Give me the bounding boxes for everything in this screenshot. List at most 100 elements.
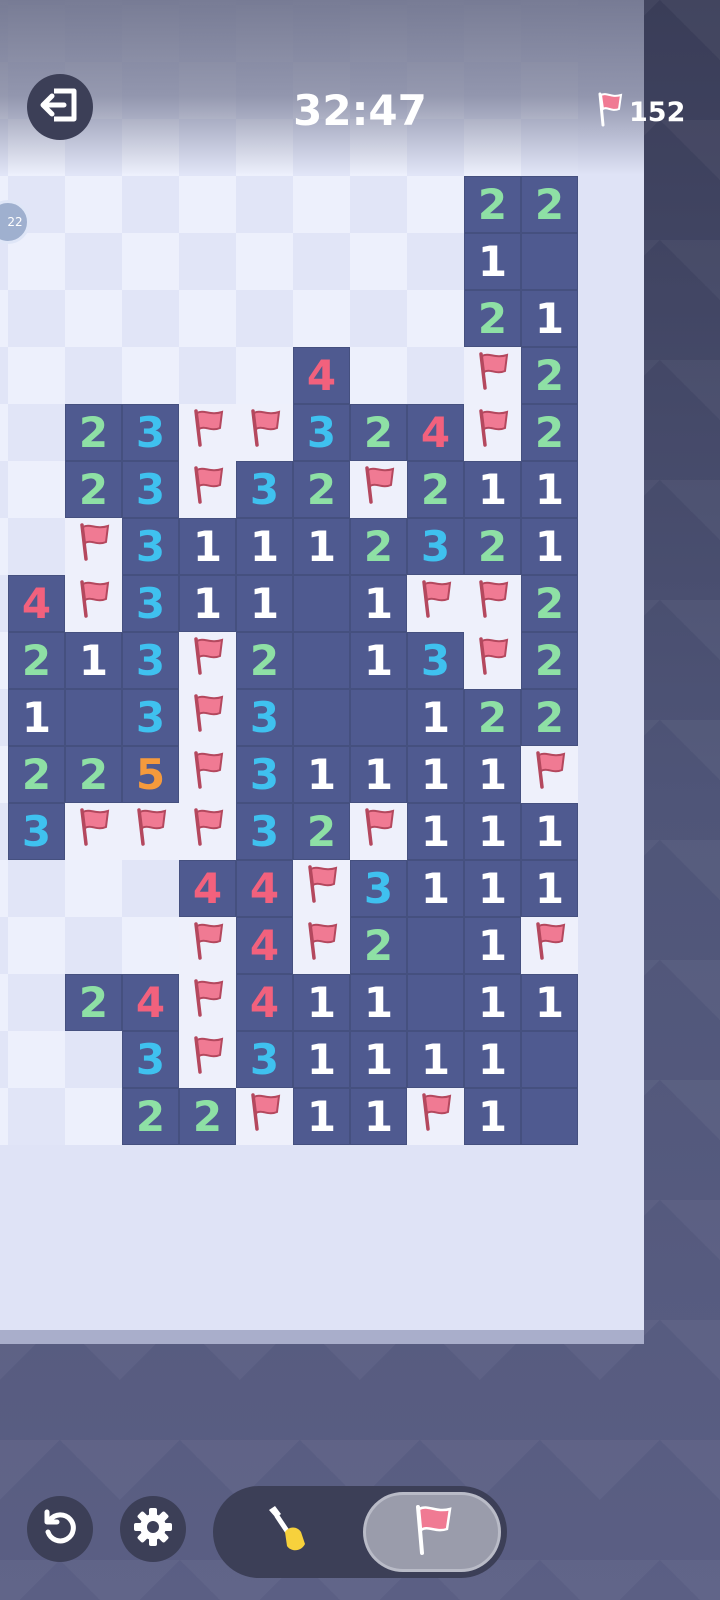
number-cell[interactable]: 2: [350, 917, 407, 974]
number-cell[interactable]: 2: [407, 461, 464, 518]
flagged-cell[interactable]: [179, 803, 236, 860]
number-cell[interactable]: 3: [236, 1031, 293, 1088]
number-cell[interactable]: 1: [236, 575, 293, 632]
hidden-cell[interactable]: [65, 290, 122, 347]
number-cell[interactable]: 1: [179, 518, 236, 575]
flagged-cell[interactable]: [122, 803, 179, 860]
number-cell[interactable]: 2: [179, 1088, 236, 1145]
number-cell[interactable]: 2: [521, 347, 578, 404]
number-cell[interactable]: 1: [407, 803, 464, 860]
hidden-cell[interactable]: [0, 461, 8, 518]
number-cell[interactable]: 5: [122, 746, 179, 803]
flagged-cell[interactable]: [179, 917, 236, 974]
hidden-cell[interactable]: [407, 176, 464, 233]
hidden-cell[interactable]: [0, 632, 8, 689]
settings-button[interactable]: [120, 1496, 186, 1562]
hidden-cell[interactable]: [65, 860, 122, 917]
number-cell[interactable]: 1: [464, 860, 521, 917]
hidden-cell[interactable]: [122, 290, 179, 347]
empty-cell[interactable]: [521, 233, 578, 290]
hidden-cell[interactable]: [407, 290, 464, 347]
number-cell[interactable]: 3: [8, 803, 65, 860]
hidden-cell[interactable]: [65, 347, 122, 404]
number-cell[interactable]: 2: [293, 803, 350, 860]
hidden-cell[interactable]: [407, 347, 464, 404]
number-cell[interactable]: 1: [350, 974, 407, 1031]
flagged-cell[interactable]: [407, 1088, 464, 1145]
hidden-cell[interactable]: [0, 860, 8, 917]
hidden-cell[interactable]: [350, 176, 407, 233]
number-cell[interactable]: 4: [122, 974, 179, 1031]
minefield-board[interactable]: 2212142233242233221131112321431112213213…: [0, 0, 644, 1344]
hidden-cell[interactable]: [0, 689, 8, 746]
flagged-cell[interactable]: [464, 347, 521, 404]
number-cell[interactable]: 1: [407, 746, 464, 803]
number-cell[interactable]: 1: [521, 860, 578, 917]
number-cell[interactable]: 4: [8, 575, 65, 632]
flagged-cell[interactable]: [407, 575, 464, 632]
flagged-cell[interactable]: [350, 461, 407, 518]
hidden-cell[interactable]: [0, 518, 8, 575]
number-cell[interactable]: 1: [521, 290, 578, 347]
flag-mode-button[interactable]: [363, 1492, 501, 1572]
hidden-cell[interactable]: [0, 290, 8, 347]
hidden-cell[interactable]: [0, 917, 8, 974]
number-cell[interactable]: 1: [464, 746, 521, 803]
number-cell[interactable]: 1: [65, 632, 122, 689]
number-cell[interactable]: 1: [407, 1031, 464, 1088]
number-cell[interactable]: 4: [236, 917, 293, 974]
number-cell[interactable]: 1: [179, 575, 236, 632]
number-cell[interactable]: 2: [521, 632, 578, 689]
hidden-cell[interactable]: [65, 233, 122, 290]
number-cell[interactable]: 4: [236, 974, 293, 1031]
flagged-cell[interactable]: [179, 746, 236, 803]
flagged-cell[interactable]: [179, 689, 236, 746]
number-cell[interactable]: 1: [464, 461, 521, 518]
number-cell[interactable]: 4: [236, 860, 293, 917]
number-cell[interactable]: 1: [464, 803, 521, 860]
hidden-cell[interactable]: [8, 1031, 65, 1088]
hidden-cell[interactable]: [0, 347, 8, 404]
flagged-cell[interactable]: [236, 404, 293, 461]
number-cell[interactable]: 1: [8, 689, 65, 746]
empty-cell[interactable]: [293, 632, 350, 689]
flagged-cell[interactable]: [179, 632, 236, 689]
hidden-cell[interactable]: [179, 290, 236, 347]
number-cell[interactable]: 1: [350, 575, 407, 632]
flagged-cell[interactable]: [521, 917, 578, 974]
hidden-cell[interactable]: [236, 233, 293, 290]
number-cell[interactable]: 2: [293, 461, 350, 518]
number-cell[interactable]: 3: [122, 689, 179, 746]
number-cell[interactable]: 2: [464, 176, 521, 233]
hidden-cell[interactable]: [122, 860, 179, 917]
hidden-cell[interactable]: [122, 233, 179, 290]
flagged-cell[interactable]: [65, 518, 122, 575]
hidden-cell[interactable]: [0, 404, 8, 461]
flagged-cell[interactable]: [350, 803, 407, 860]
number-cell[interactable]: 3: [236, 746, 293, 803]
hidden-cell[interactable]: [179, 233, 236, 290]
empty-cell[interactable]: [521, 1031, 578, 1088]
hidden-cell[interactable]: [8, 290, 65, 347]
number-cell[interactable]: 1: [350, 1088, 407, 1145]
hidden-cell[interactable]: [236, 347, 293, 404]
number-cell[interactable]: 4: [293, 347, 350, 404]
empty-cell[interactable]: [293, 575, 350, 632]
number-cell[interactable]: 1: [464, 1031, 521, 1088]
number-cell[interactable]: 1: [350, 632, 407, 689]
number-cell[interactable]: 3: [407, 632, 464, 689]
number-cell[interactable]: 3: [236, 689, 293, 746]
number-cell[interactable]: 1: [464, 917, 521, 974]
hidden-cell[interactable]: [407, 233, 464, 290]
hidden-cell[interactable]: [0, 803, 8, 860]
number-cell[interactable]: 4: [179, 860, 236, 917]
number-cell[interactable]: 3: [236, 461, 293, 518]
hidden-cell[interactable]: [350, 233, 407, 290]
number-cell[interactable]: 1: [521, 518, 578, 575]
exit-button[interactable]: [27, 74, 93, 140]
number-cell[interactable]: 2: [464, 518, 521, 575]
number-cell[interactable]: 3: [236, 803, 293, 860]
hidden-cell[interactable]: [179, 347, 236, 404]
number-cell[interactable]: 1: [464, 1088, 521, 1145]
number-cell[interactable]: 3: [122, 1031, 179, 1088]
